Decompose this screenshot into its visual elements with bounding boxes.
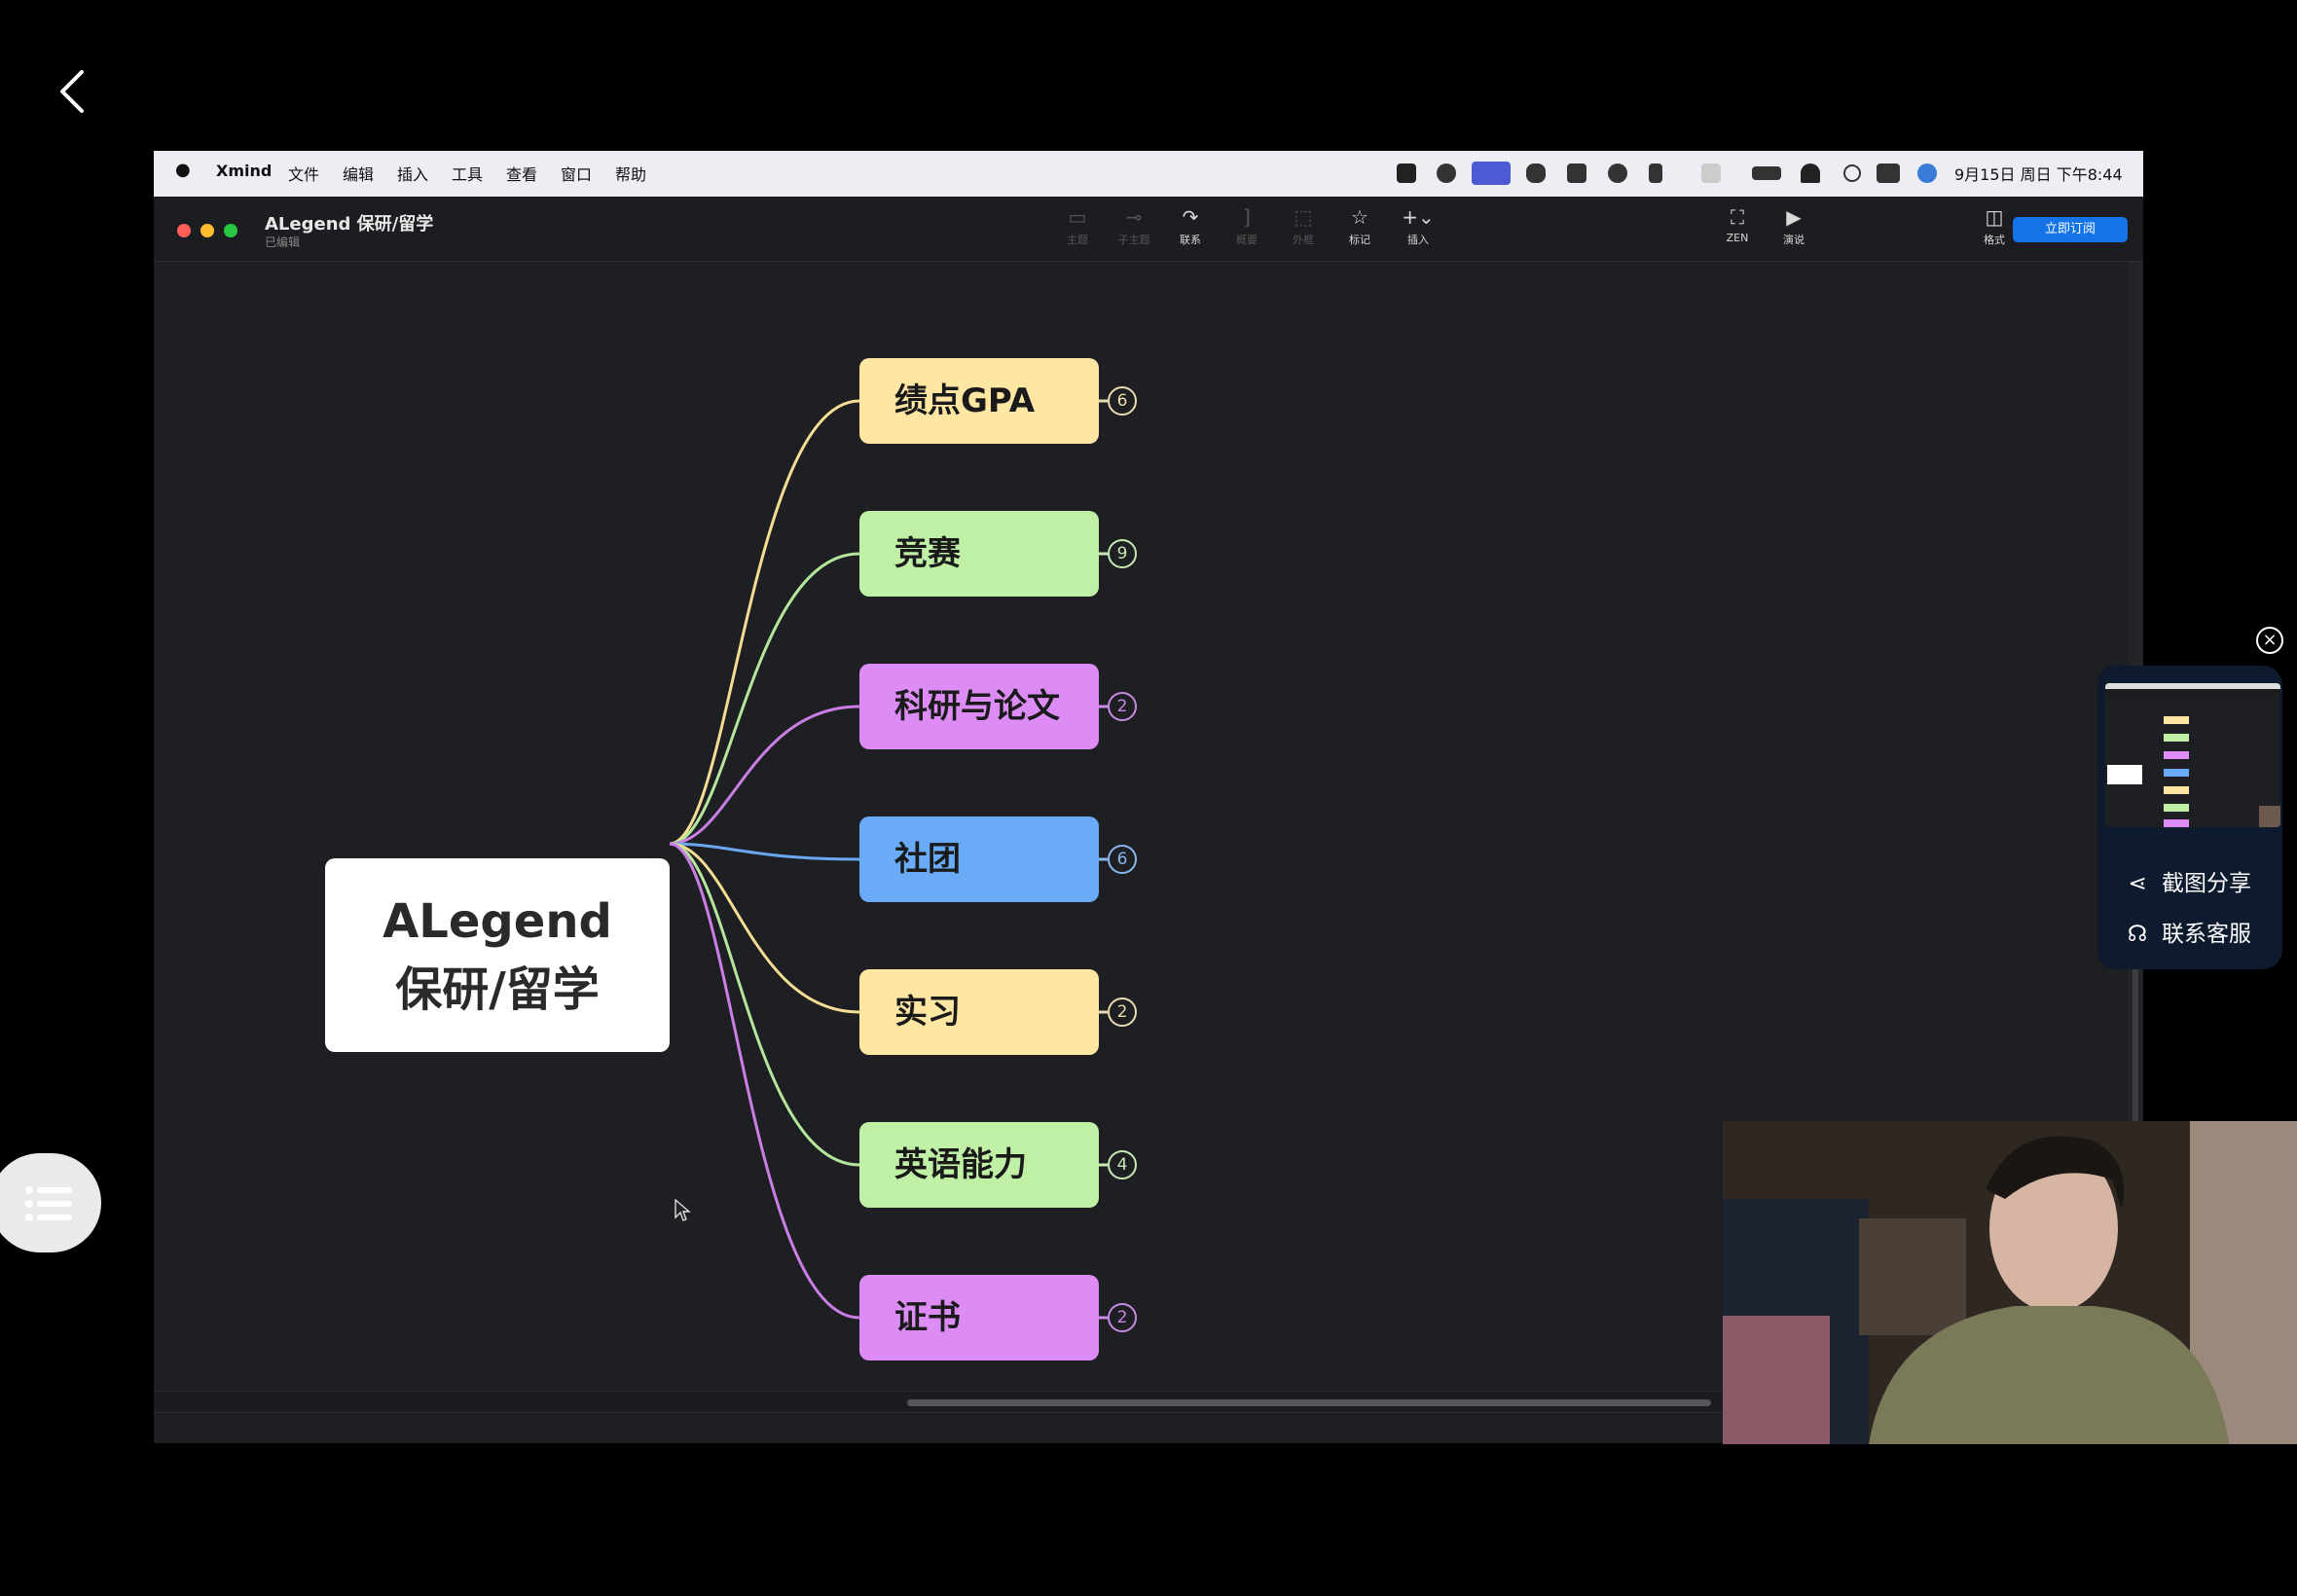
branch-topic[interactable]: 证书 bbox=[859, 1275, 1099, 1360]
headset-icon: ☊ bbox=[2127, 922, 2148, 947]
subscribe-button[interactable]: 立即订阅 bbox=[2013, 217, 2128, 242]
tool-subtopic-button[interactable]: ⊸ 子主题 bbox=[1112, 206, 1156, 247]
xmind-toolbar: ALegend 保研/留学 已编辑 ▭ 主题 ⊸ 子主题 ↷ 联系 ] 概要 ⬚… bbox=[154, 197, 2143, 262]
branch-topic[interactable]: 社团 bbox=[859, 816, 1099, 902]
collapsed-count-badge[interactable]: 6 bbox=[1108, 386, 1137, 416]
tool-subtopic-label: 子主题 bbox=[1117, 234, 1150, 246]
document-status: 已编辑 bbox=[265, 236, 301, 249]
siri-icon[interactable] bbox=[1917, 163, 1937, 183]
branch-connector bbox=[669, 399, 860, 846]
collapsed-count-badge[interactable]: 4 bbox=[1108, 1150, 1137, 1179]
subtopic-icon: ⊸ bbox=[1125, 205, 1143, 229]
close-panel-icon[interactable]: × bbox=[2256, 627, 2283, 654]
status-p-icon[interactable] bbox=[1437, 163, 1456, 183]
control-center-icon[interactable] bbox=[1877, 163, 1900, 183]
status-tray-icon[interactable] bbox=[1397, 163, 1416, 183]
menu-insert[interactable]: 插入 bbox=[397, 162, 428, 185]
horizontal-scroll-thumb[interactable] bbox=[907, 1399, 1711, 1406]
user-icon[interactable] bbox=[1649, 163, 1662, 183]
collapsed-count-badge[interactable]: 2 bbox=[1108, 998, 1137, 1027]
tool-insert-button[interactable]: +⌄ 插入 bbox=[1396, 206, 1440, 247]
search-icon[interactable] bbox=[1843, 164, 1861, 182]
floating-menu-button[interactable] bbox=[0, 1153, 101, 1252]
central-topic[interactable]: ALegend 保研/留学 bbox=[325, 858, 670, 1052]
battery-icon[interactable] bbox=[1752, 166, 1781, 180]
tool-topic-button[interactable]: ▭ 主题 bbox=[1055, 206, 1100, 247]
webcam-video-overlay[interactable] bbox=[1723, 1121, 2297, 1444]
tool-boundary-label: 外框 bbox=[1293, 234, 1314, 246]
wechat-icon[interactable] bbox=[1608, 163, 1627, 183]
menu-tools[interactable]: 工具 bbox=[452, 162, 483, 185]
central-topic-line1: ALegend bbox=[383, 893, 612, 949]
tool-summary-label: 概要 bbox=[1236, 234, 1258, 246]
menu-window[interactable]: 窗口 bbox=[561, 162, 592, 185]
layout-icon[interactable] bbox=[1567, 163, 1586, 183]
sync-icon[interactable] bbox=[1701, 163, 1721, 183]
contact-support-label: 联系客服 bbox=[2162, 922, 2251, 947]
branch-connector bbox=[669, 552, 860, 846]
present-button[interactable]: ▶ 演说 bbox=[1771, 206, 1816, 247]
branch-connector bbox=[669, 842, 860, 1320]
branch-topic[interactable]: 竞赛 bbox=[859, 511, 1099, 597]
zen-mode-button[interactable]: ⛶ ZEN bbox=[1715, 206, 1760, 244]
insert-icon: +⌄ bbox=[1402, 205, 1435, 229]
collapsed-count-badge[interactable]: 2 bbox=[1108, 1303, 1137, 1332]
collapsed-count-badge[interactable]: 9 bbox=[1108, 539, 1137, 568]
floating-tools-panel: ⋖ 截图分享 ☊ 联系客服 bbox=[2097, 666, 2282, 969]
menu-edit[interactable]: 编辑 bbox=[343, 162, 374, 185]
summary-icon: ] bbox=[1243, 205, 1251, 229]
zoom-window-button[interactable] bbox=[224, 224, 237, 237]
tool-boundary-button[interactable]: ⬚ 外框 bbox=[1281, 206, 1326, 247]
menu-file[interactable]: 文件 bbox=[288, 162, 319, 185]
minimize-window-button[interactable] bbox=[201, 224, 214, 237]
back-chevron-icon[interactable] bbox=[53, 66, 93, 117]
relationship-icon: ↷ bbox=[1182, 205, 1199, 229]
apple-icon[interactable]: ● bbox=[175, 160, 191, 180]
document-title: ALegend 保研/留学 bbox=[265, 214, 434, 235]
menubar-clock: 9月15日 周日 下午8:44 bbox=[1954, 165, 2123, 184]
screenshot-share-label: 截图分享 bbox=[2162, 871, 2251, 896]
tool-relationship-label: 联系 bbox=[1180, 234, 1201, 246]
collapsed-count-badge[interactable]: 6 bbox=[1108, 845, 1137, 874]
tool-marker-label: 标记 bbox=[1349, 234, 1370, 246]
screen-thumbnail[interactable] bbox=[2105, 683, 2280, 827]
fullscreen-icon: ⛶ bbox=[1731, 205, 1744, 229]
branch-connector bbox=[669, 842, 860, 1167]
list-icon bbox=[25, 1186, 72, 1221]
format-panel-icon: ◫ bbox=[1985, 205, 2004, 229]
branch-topic[interactable]: 绩点GPA bbox=[859, 358, 1099, 444]
tool-summary-button[interactable]: ] 概要 bbox=[1224, 206, 1269, 247]
zen-label: ZEN bbox=[1726, 232, 1749, 244]
collapsed-count-badge[interactable]: 2 bbox=[1108, 692, 1137, 721]
mac-menubar: ● Xmind 文件 编辑 插入 工具 查看 窗口 帮助 9月15日 周日 下午… bbox=[154, 151, 2143, 197]
qq-icon[interactable] bbox=[1526, 163, 1546, 183]
boundary-icon: ⬚ bbox=[1294, 205, 1313, 229]
present-icon: ▶ bbox=[1786, 205, 1802, 229]
menu-help[interactable]: 帮助 bbox=[615, 162, 646, 185]
wifi-icon[interactable] bbox=[1801, 163, 1820, 183]
present-label: 演说 bbox=[1783, 234, 1805, 246]
menu-view[interactable]: 查看 bbox=[506, 162, 537, 185]
screen-mirror-icon[interactable] bbox=[1472, 162, 1511, 185]
tool-relationship-button[interactable]: ↷ 联系 bbox=[1168, 206, 1213, 247]
format-panel-button[interactable]: ◫ 格式 bbox=[1972, 206, 2017, 247]
close-window-button[interactable] bbox=[177, 224, 191, 237]
tool-marker-button[interactable]: ☆ 标记 bbox=[1337, 206, 1382, 247]
branch-topic[interactable]: 英语能力 bbox=[859, 1122, 1099, 1208]
branch-topic[interactable]: 实习 bbox=[859, 969, 1099, 1055]
format-label: 格式 bbox=[1984, 234, 2005, 246]
branch-topic[interactable]: 科研与论文 bbox=[859, 664, 1099, 749]
menu-app-name[interactable]: Xmind bbox=[216, 162, 272, 180]
mouse-cursor-icon bbox=[675, 1198, 691, 1221]
contact-support-button[interactable]: ☊ 联系客服 bbox=[2123, 915, 2251, 948]
screenshot-share-button[interactable]: ⋖ 截图分享 bbox=[2123, 864, 2251, 897]
central-topic-line2: 保研/留学 bbox=[395, 961, 600, 1017]
marker-icon: ☆ bbox=[1351, 205, 1368, 229]
tool-topic-label: 主题 bbox=[1067, 234, 1088, 246]
tool-insert-label: 插入 bbox=[1407, 234, 1429, 246]
share-icon: ⋖ bbox=[2128, 871, 2147, 896]
topic-icon: ▭ bbox=[1068, 205, 1087, 229]
